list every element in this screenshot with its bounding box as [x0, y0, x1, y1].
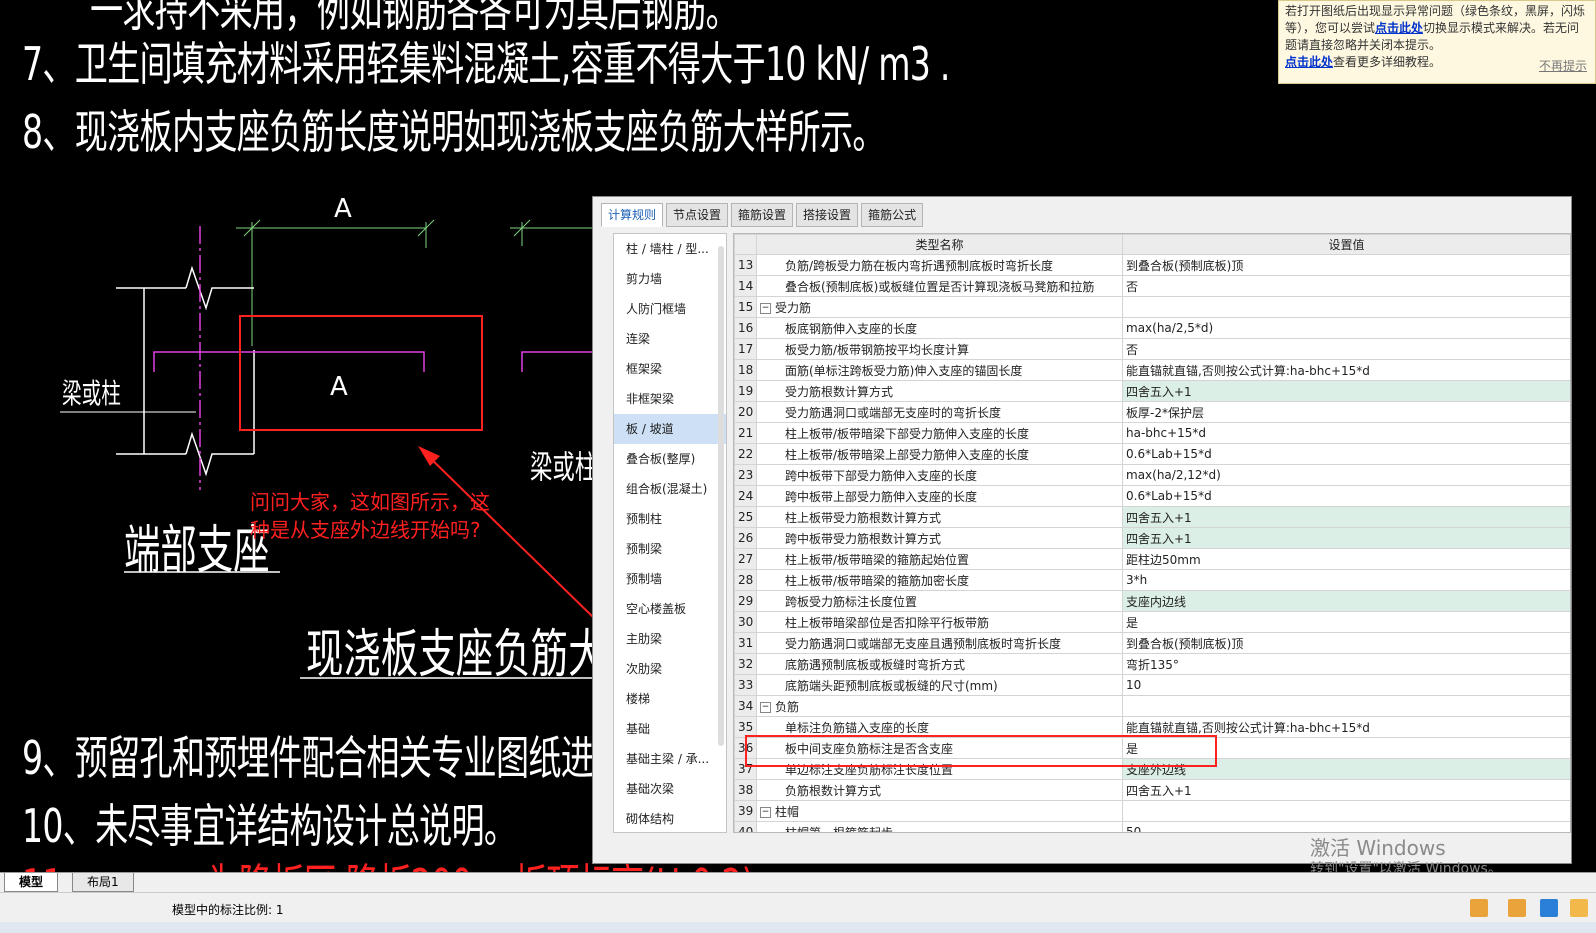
cad-label-beam-right: 梁或柱 [530, 448, 598, 486]
component-list-scrollbar[interactable] [718, 246, 724, 746]
cad-label-beam-left: 梁或柱 [62, 377, 121, 410]
component-item[interactable]: 组合板(混凝土) [614, 474, 726, 504]
component-item[interactable]: 砌体结构 [614, 804, 726, 832]
component-item[interactable]: 预制柱 [614, 504, 726, 534]
component-item[interactable]: 板 / 坡道 [614, 414, 726, 444]
status-scale: 模型中的标注比例: 1 [172, 903, 284, 917]
component-item[interactable]: 人防门框墙 [614, 294, 726, 324]
component-item[interactable]: 预制梁 [614, 534, 726, 564]
component-item[interactable]: 连梁 [614, 324, 726, 354]
status-screen-icon[interactable] [1570, 899, 1588, 917]
tab-3[interactable]: 搭接设置 [796, 203, 859, 227]
status-bar: 模型中的标注比例: 1 [0, 892, 1596, 923]
component-item[interactable]: 非框架梁 [614, 384, 726, 414]
tab-1[interactable]: 节点设置 [666, 203, 729, 227]
row-37-highlight [745, 735, 1217, 767]
component-item[interactable]: 空心楼盖板 [614, 594, 726, 624]
status-edit-icon[interactable] [1508, 899, 1526, 917]
component-item[interactable]: 预制墙 [614, 564, 726, 594]
cad-label-a-box: A [330, 372, 348, 402]
cad-text-line10: 10、未尽事宜详结构设计总说明。 [22, 799, 517, 853]
notice-tutorial-link[interactable]: 点击此处 [1285, 55, 1333, 69]
status-folder-icon[interactable] [1470, 899, 1488, 917]
tab-model[interactable]: 模型 [4, 873, 59, 892]
dialog-tabs: 计算规则 节点设置 箍筋设置 搭接设置 箍筋公式 [601, 203, 926, 227]
component-item[interactable]: 主肋梁 [614, 624, 726, 654]
component-item[interactable]: 叠合板(整厚) [614, 444, 726, 474]
tab-2[interactable]: 箍筋设置 [731, 203, 794, 227]
cad-text-line9: 9、预留孔和预埋件配合相关专业图纸进行施 [22, 731, 659, 785]
taskbar-strip [0, 922, 1596, 933]
cad-label-end-support: 端部支座 [124, 521, 270, 581]
notice-text-3: 查看更多详细教程。 [1333, 55, 1442, 69]
component-item[interactable]: 柱 / 墙柱 / 型... [614, 234, 726, 264]
tab-4[interactable]: 箍筋公式 [861, 203, 924, 227]
tab-0[interactable]: 计算规则 [601, 203, 664, 227]
display-issue-notice: 若打开图纸后出现显示异常问题（绿色条纹，黑屏，闪烁等），您可以尝试点击此处切换显… [1278, 0, 1596, 84]
cad-label-a-top: A [334, 194, 352, 224]
component-item[interactable]: 剪力墙 [614, 264, 726, 294]
component-item[interactable]: 基础主梁 / 承... [614, 744, 726, 774]
rules-grid: 类型名称 设置值 13 负筋/跨板受力筋在板内弯折遇预制底板时弯折长度 到叠合板(预… [733, 233, 1571, 833]
layout-tabs: 模型 布局1 [0, 872, 1596, 893]
component-list: 柱 / 墙柱 / 型... 剪力墙 人防门框墙 连梁 框架梁 非框架梁板 / 坡道 叠合板(… [613, 233, 727, 833]
tab-layout1[interactable]: 布局1 [72, 873, 134, 892]
component-item[interactable]: 基础次梁 [614, 774, 726, 804]
component-item[interactable]: 框架梁 [614, 354, 726, 384]
component-item[interactable]: 次肋梁 [614, 654, 726, 684]
component-item[interactable]: 楼梯 [614, 684, 726, 714]
status-app-icon[interactable] [1540, 899, 1558, 917]
component-item[interactable]: 基础 [614, 714, 726, 744]
notice-dismiss-link[interactable]: 不再提示 [1539, 58, 1587, 75]
question-annotation: 问问大家，这如图所示，这种是从支座外边线开始吗? [250, 490, 490, 542]
notice-switch-mode-link[interactable]: 点击此处 [1375, 21, 1423, 35]
calc-rules-dialog: 计算规则 节点设置 箍筋设置 搭接设置 箍筋公式 柱 / 墙柱 / 型... 剪力墙 人防门… [592, 196, 1572, 864]
windows-watermark-title: 激活 Windows [1310, 836, 1446, 860]
